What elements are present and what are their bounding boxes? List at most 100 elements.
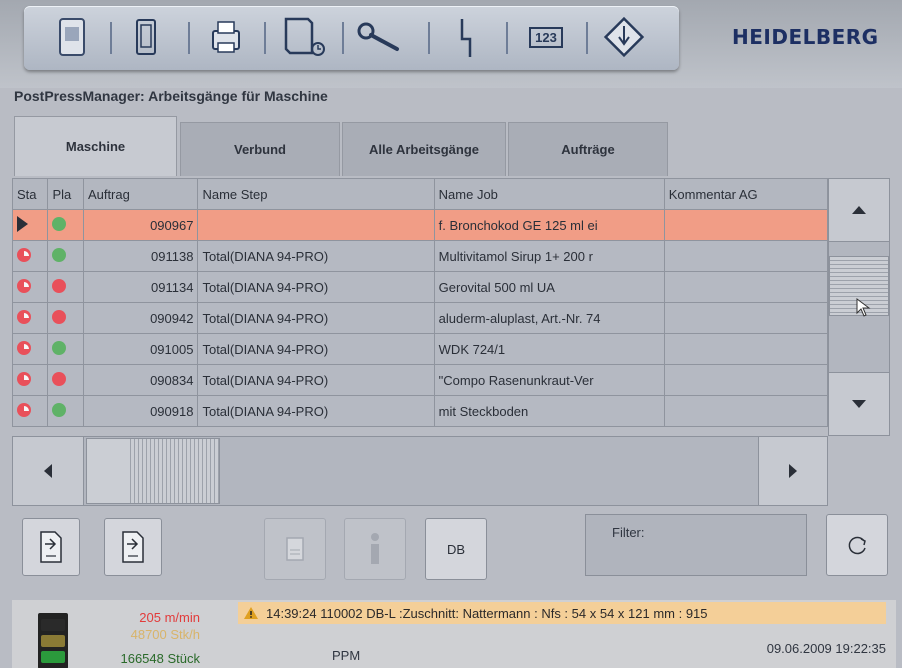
document-button[interactable] xyxy=(264,518,326,580)
play-icon xyxy=(17,215,28,232)
table-row[interactable]: 090967 f. Bronchokod GE 125 ml ei xyxy=(11,209,829,241)
rate-value: 48700 Stk/h xyxy=(130,627,200,642)
kommentar-cell xyxy=(663,395,829,427)
filter-field[interactable]: Filter: xyxy=(585,514,807,576)
plan-cell xyxy=(47,364,84,396)
status-pie-icon xyxy=(17,247,31,262)
document-out-icon xyxy=(122,531,144,563)
col-name-job[interactable]: Name Job xyxy=(433,178,665,210)
table-row[interactable]: 090918 Total(DIANA 94-PRO) mit Steckboden xyxy=(11,395,829,427)
speed-value: 205 m/min xyxy=(139,610,200,625)
kommentar-cell xyxy=(663,240,829,272)
message-text: 14:39:24 110002 DB-L :Zuschnitt: Natterm… xyxy=(266,605,708,621)
auftrag-cell: 090834 xyxy=(82,364,199,396)
mouse-cursor-icon xyxy=(856,298,872,323)
auftrag-cell: 090918 xyxy=(82,395,199,427)
db-button[interactable]: DB xyxy=(425,518,487,580)
scroll-down-button[interactable] xyxy=(828,372,890,436)
kommentar-cell xyxy=(663,364,829,396)
name-step-cell xyxy=(197,209,435,241)
table-row[interactable]: 091134 Total(DIANA 94-PRO) Gerovital 500 m… xyxy=(11,271,829,303)
table-row[interactable]: 090942 Total(DIANA 94-PRO) aluderm-aluplas… xyxy=(11,302,829,334)
status-cell xyxy=(11,209,49,241)
refresh-button[interactable] xyxy=(826,514,888,576)
col-pla[interactable]: Pla xyxy=(47,178,84,210)
import-job-button[interactable] xyxy=(22,518,80,576)
tab-auftraege[interactable]: Aufträge xyxy=(508,122,668,176)
screen: 123 HEIDELBERG PostPressManager: Arbeits… xyxy=(0,0,902,668)
status-pie-icon xyxy=(17,371,31,386)
table-row[interactable]: 090834 Total(DIANA 94-PRO) "Compo Rasenunk… xyxy=(11,364,829,396)
plan-cell xyxy=(47,209,84,241)
tab-maschine[interactable]: Maschine xyxy=(14,116,177,176)
status-pie-icon xyxy=(17,340,31,355)
name-step-cell: Total(DIANA 94-PRO) xyxy=(197,395,435,427)
tab-alle-arbeitsgaenge[interactable]: Alle Arbeitsgänge xyxy=(342,122,506,176)
info-button[interactable] xyxy=(344,518,406,580)
traffic-light xyxy=(38,613,68,668)
document-clock-icon[interactable] xyxy=(278,12,330,62)
count-value: 166548 Stück xyxy=(120,651,200,666)
auftrag-cell: 091005 xyxy=(82,333,199,365)
plan-red-dot-icon xyxy=(52,278,67,293)
name-step-cell: Total(DIANA 94-PRO) xyxy=(197,271,435,303)
printer-icon[interactable] xyxy=(200,12,252,62)
status-cell xyxy=(11,302,49,334)
warning-icon xyxy=(244,607,258,619)
col-sta[interactable]: Sta xyxy=(11,178,49,210)
diamond-arrow-icon[interactable] xyxy=(598,12,650,62)
plan-cell xyxy=(47,302,84,334)
name-job-cell: WDK 724/1 xyxy=(433,333,665,365)
status-cell xyxy=(11,271,49,303)
jobs-table: Sta Pla Auftrag Name Step Name Job Komme… xyxy=(11,178,829,427)
plan-cell xyxy=(47,395,84,427)
kommentar-cell xyxy=(663,333,829,365)
col-name-step[interactable]: Name Step xyxy=(197,178,435,210)
scroll-right-button[interactable] xyxy=(758,436,828,506)
status-pie-icon xyxy=(17,402,31,417)
name-step-cell: Total(DIANA 94-PRO) xyxy=(197,240,435,272)
tab-verbund[interactable]: Verbund xyxy=(180,122,340,176)
table-row[interactable]: 091005 Total(DIANA 94-PRO) WDK 724/1 xyxy=(11,333,829,365)
name-step-cell: Total(DIANA 94-PRO) xyxy=(197,302,435,334)
kommentar-cell xyxy=(663,302,829,334)
counter-icon[interactable]: 123 xyxy=(518,12,574,62)
counter-label: 123 xyxy=(529,26,563,48)
col-kommentar[interactable]: Kommentar AG xyxy=(663,178,829,210)
col-auftrag[interactable]: Auftrag xyxy=(82,178,199,210)
signal-icon[interactable] xyxy=(440,12,492,62)
name-job-cell: mit Steckboden xyxy=(433,395,665,427)
kommentar-cell xyxy=(663,271,829,303)
light-green xyxy=(41,651,65,663)
status-cell xyxy=(11,333,49,365)
status-cell xyxy=(11,240,49,272)
datetime-label: 09.06.2009 19:22:35 xyxy=(766,641,886,656)
scroll-up-button[interactable] xyxy=(828,178,890,242)
scroll-left-button[interactable] xyxy=(12,436,84,506)
table-row[interactable]: 091138 Total(DIANA 94-PRO) Multivitamol Si… xyxy=(11,240,829,272)
machine-panel-icon[interactable] xyxy=(46,12,98,62)
info-icon xyxy=(371,533,379,564)
name-job-cell: Gerovital 500 ml UA xyxy=(433,271,665,303)
export-job-button[interactable] xyxy=(104,518,162,576)
plan-green-dot-icon xyxy=(52,247,67,262)
horizontal-scroll-thumb[interactable] xyxy=(86,438,220,504)
document-icon xyxy=(286,537,304,561)
status-pie-icon xyxy=(17,309,31,324)
plan-red-dot-icon xyxy=(52,309,67,324)
wrench-icon[interactable] xyxy=(354,12,406,62)
plan-cell xyxy=(47,240,84,272)
document-in-icon xyxy=(40,531,62,563)
light-yellow xyxy=(41,635,65,647)
status-cell xyxy=(11,395,49,427)
auftrag-cell: 090942 xyxy=(82,302,199,334)
plan-cell xyxy=(47,333,84,365)
tablet-icon[interactable] xyxy=(120,12,172,62)
plan-green-dot-icon xyxy=(52,340,67,355)
light-red-off xyxy=(41,619,65,631)
name-job-cell: "Compo Rasenunkraut-Ver xyxy=(433,364,665,396)
message-bar[interactable]: 14:39:24 110002 DB-L :Zuschnitt: Natterm… xyxy=(238,602,886,624)
name-job-cell: f. Bronchokod GE 125 ml ei xyxy=(433,209,665,241)
table-header-row: Sta Pla Auftrag Name Step Name Job Komme… xyxy=(11,178,829,210)
page-title: PostPressManager: Arbeitsgänge für Masch… xyxy=(14,88,328,104)
